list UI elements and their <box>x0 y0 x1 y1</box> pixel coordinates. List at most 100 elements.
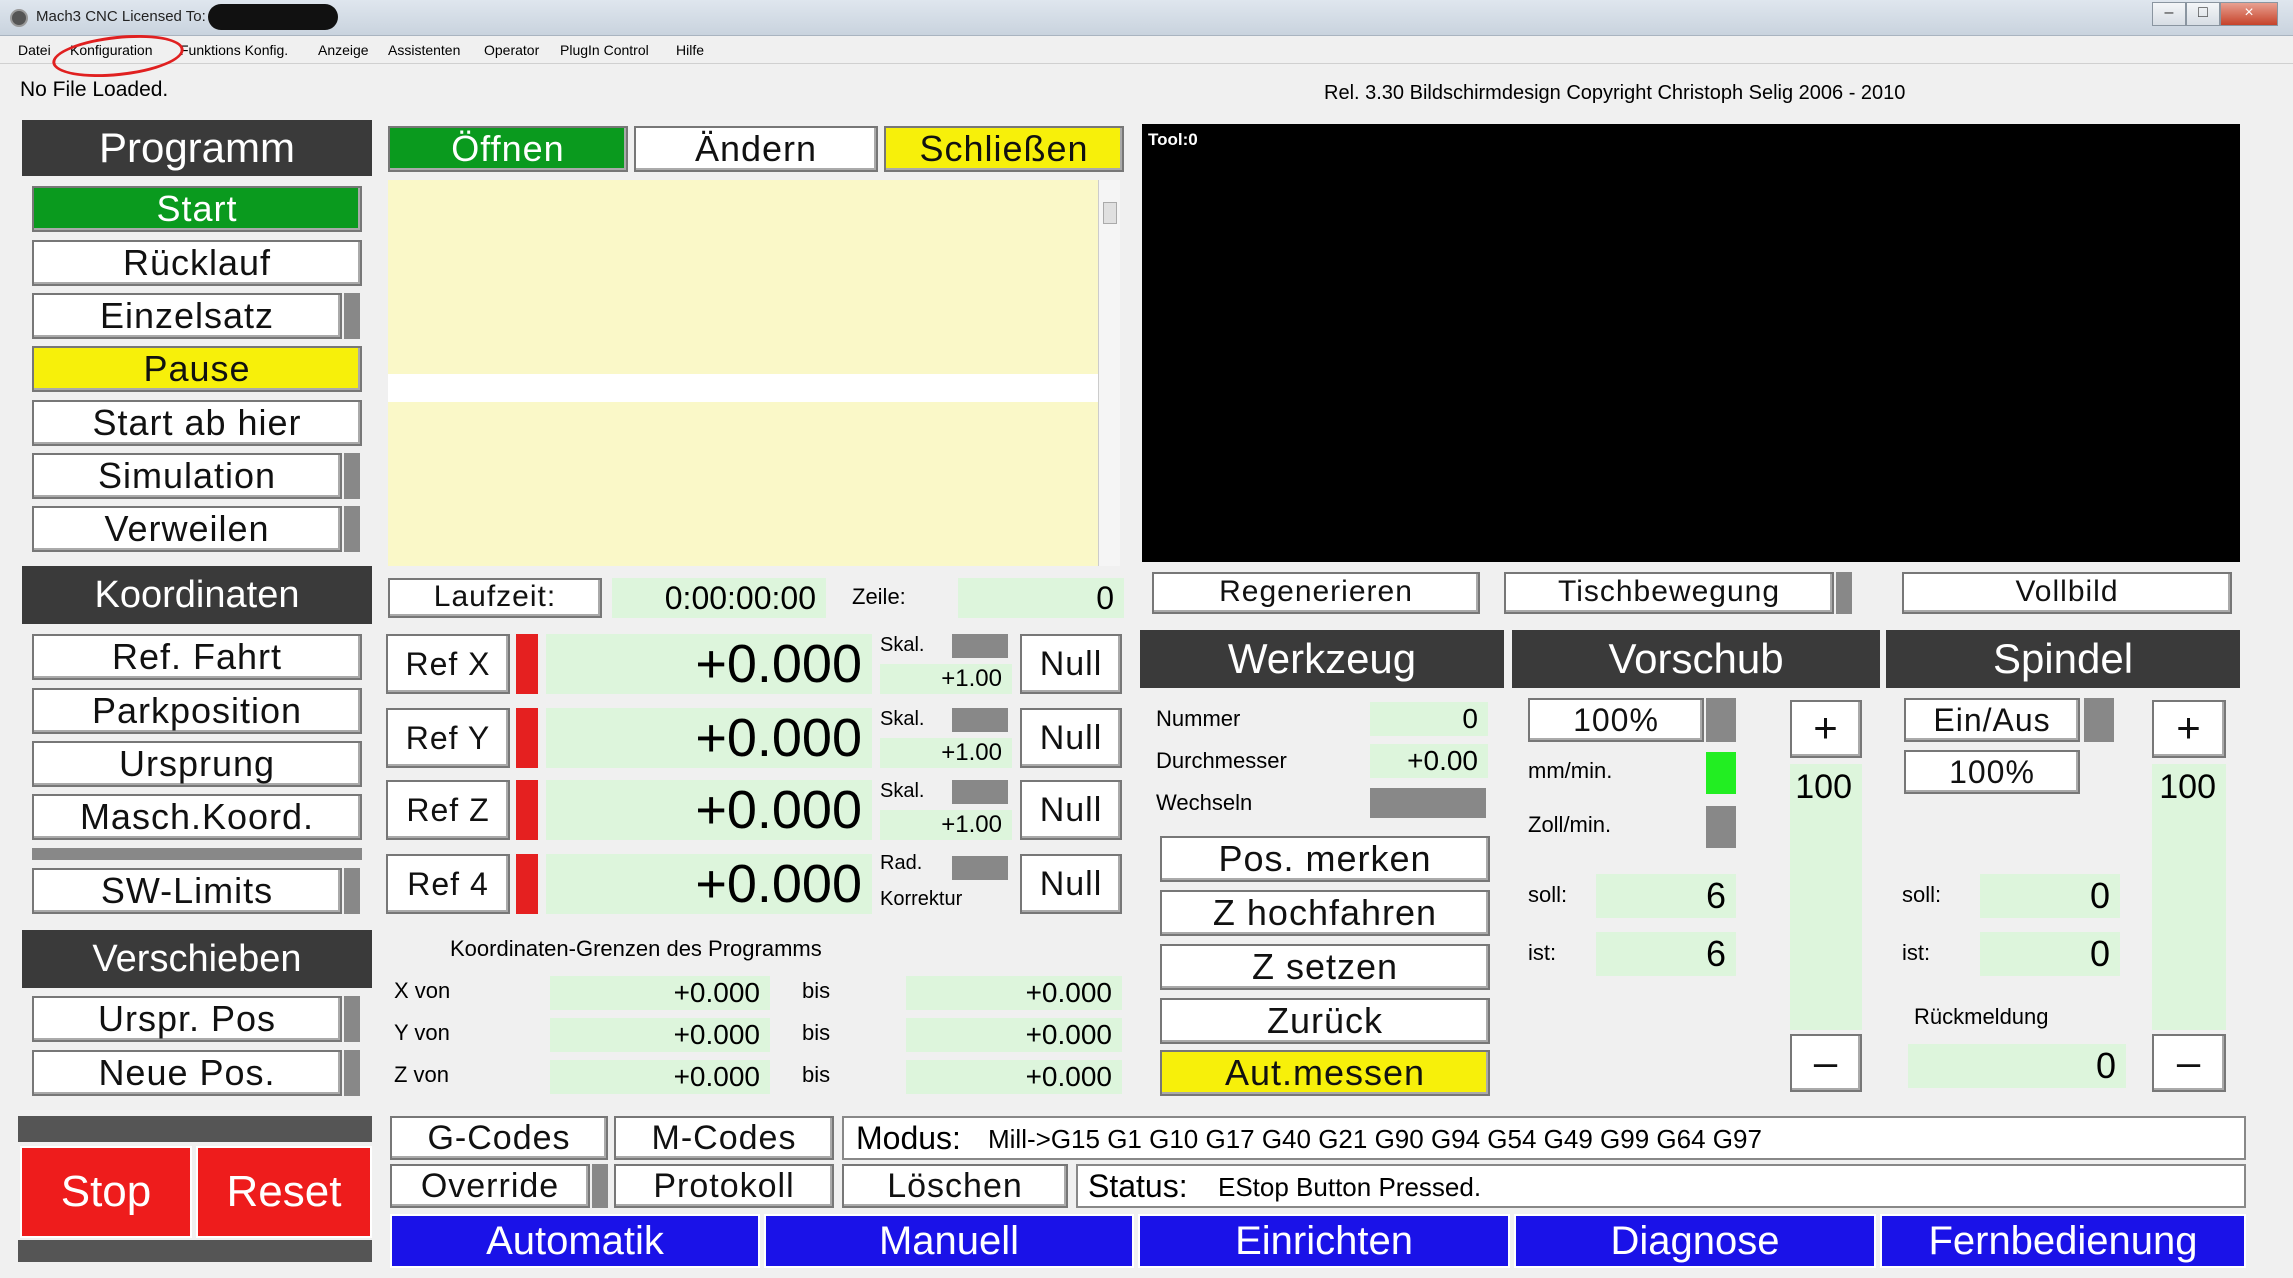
vollbild-button[interactable]: Vollbild <box>1902 572 2232 614</box>
masch-koord-button[interactable]: Masch.Koord. <box>32 794 362 840</box>
z-setzen-button[interactable]: Z setzen <box>1160 944 1490 990</box>
loeschen-button[interactable]: Löschen <box>842 1164 1068 1208</box>
skal-y-label: Skal. <box>880 708 925 730</box>
tischbewegung-button[interactable]: Tischbewegung <box>1504 572 1834 614</box>
ref-4-button[interactable]: Ref 4 <box>386 854 510 914</box>
ref-4-indicator <box>516 854 538 914</box>
vorschub-minus-button[interactable]: – <box>1790 1034 1862 1092</box>
koordinaten-header: Koordinaten <box>22 566 372 624</box>
vorschub-override-slider[interactable]: 100 <box>1790 764 1862 1030</box>
null-z-button[interactable]: Null <box>1020 780 1122 840</box>
sw-limits-button[interactable]: SW-Limits <box>32 868 342 914</box>
vorschub-ist-value: 6 <box>1596 932 1736 976</box>
z-von-value: +0.000 <box>550 1060 770 1094</box>
vorschub-percent-indicator <box>1706 698 1736 742</box>
spindel-override-slider[interactable]: 100 <box>2152 764 2226 1030</box>
menu-hilfe[interactable]: Hilfe <box>676 42 704 58</box>
schliessen-button[interactable]: Schließen <box>884 126 1124 172</box>
verweilen-button[interactable]: Verweilen <box>32 506 342 552</box>
skal-x-value[interactable]: +1.00 <box>880 664 1012 694</box>
axis-4-dro[interactable]: +0.000 <box>546 854 872 914</box>
tab-diagnose[interactable]: Diagnose <box>1514 1214 1876 1268</box>
vorschub-plus-button[interactable]: + <box>1790 700 1862 758</box>
protokoll-button[interactable]: Protokoll <box>614 1164 834 1208</box>
menu-assistenten[interactable]: Assistenten <box>388 42 460 58</box>
vorschub-ist-label: ist: <box>1528 940 1557 965</box>
ref-z-button[interactable]: Ref Z <box>386 780 510 840</box>
x-bis-value: +0.000 <box>906 976 1122 1010</box>
spindel-header: Spindel <box>1886 630 2240 688</box>
maximize-button[interactable]: □ <box>2186 2 2220 26</box>
spindel-soll-value[interactable]: 0 <box>1980 874 2120 918</box>
g-codes-button[interactable]: G-Codes <box>390 1116 608 1160</box>
neue-pos-button[interactable]: Neue Pos. <box>32 1050 342 1096</box>
z-hochfahren-button[interactable]: Z hochfahren <box>1160 890 1490 936</box>
y-axis-dro[interactable]: +0.000 <box>546 708 872 768</box>
spindel-ist-value: 0 <box>1980 932 2120 976</box>
oeffnen-button[interactable]: Öffnen <box>388 126 628 172</box>
menu-anzeige[interactable]: Anzeige <box>318 42 369 58</box>
ein-aus-button[interactable]: Ein/Aus <box>1904 698 2080 742</box>
minimize-button[interactable]: – <box>2152 2 2186 26</box>
gcode-listing[interactable] <box>388 180 1098 566</box>
null-y-button[interactable]: Null <box>1020 708 1122 768</box>
menu-funktions-konfig[interactable]: Funktions Konfig. <box>180 42 288 58</box>
gcode-scrollbar[interactable] <box>1098 180 1120 566</box>
vorschub-soll-value[interactable]: 6 <box>1596 874 1736 918</box>
spindel-plus-button[interactable]: + <box>2152 700 2226 758</box>
ruecklauf-button[interactable]: Rücklauf <box>32 240 362 286</box>
regenerieren-button[interactable]: Regenerieren <box>1152 572 1480 614</box>
programm-header: Programm <box>22 120 372 176</box>
m-codes-button[interactable]: M-Codes <box>614 1116 834 1160</box>
toolpath-display[interactable] <box>1142 124 2240 562</box>
aendern-button[interactable]: Ändern <box>634 126 878 172</box>
neue-pos-indicator <box>344 1050 360 1096</box>
spindel-percent-button[interactable]: 100% <box>1904 750 2080 794</box>
reset-button[interactable]: Reset <box>196 1146 372 1238</box>
x-von-label: X von <box>394 978 451 1003</box>
tab-automatik[interactable]: Automatik <box>390 1214 760 1268</box>
ref-fahrt-button[interactable]: Ref. Fahrt <box>32 634 362 680</box>
scrollbar-thumb[interactable] <box>1103 202 1117 224</box>
rad-indicator <box>952 856 1008 880</box>
tab-manuell[interactable]: Manuell <box>764 1214 1134 1268</box>
ref-x-button[interactable]: Ref X <box>386 634 510 694</box>
zurueck-button[interactable]: Zurück <box>1160 998 1490 1044</box>
menu-operator[interactable]: Operator <box>484 42 539 58</box>
spindel-minus-button[interactable]: – <box>2152 1034 2226 1092</box>
start-ab-hier-button[interactable]: Start ab hier <box>32 400 362 446</box>
nummer-value[interactable]: 0 <box>1370 702 1488 736</box>
x-axis-dro[interactable]: +0.000 <box>546 634 872 694</box>
spindel-ist-label: ist: <box>1902 940 1931 965</box>
stop-button[interactable]: Stop <box>20 1146 192 1238</box>
null-x-button[interactable]: Null <box>1020 634 1122 694</box>
menu-datei[interactable]: Datei <box>18 42 51 58</box>
close-button[interactable]: × <box>2220 2 2278 26</box>
skal-z-value[interactable]: +1.00 <box>880 810 1012 840</box>
z-axis-dro[interactable]: +0.000 <box>546 780 872 840</box>
menu-plugin-control[interactable]: PlugIn Control <box>560 42 649 58</box>
vorschub-header: Vorschub <box>1512 630 1880 688</box>
durchmesser-value[interactable]: +0.00 <box>1370 744 1488 778</box>
einzelsatz-button[interactable]: Einzelsatz <box>32 293 342 339</box>
start-button[interactable]: Start <box>32 186 362 232</box>
zoll-min-label: Zoll/min. <box>1528 812 1612 837</box>
ursprung-button[interactable]: Ursprung <box>32 741 362 787</box>
pos-merken-button[interactable]: Pos. merken <box>1160 836 1490 882</box>
verschieben-header: Verschieben <box>22 930 372 988</box>
simulation-button[interactable]: Simulation <box>32 453 342 499</box>
vorschub-percent-button[interactable]: 100% <box>1528 698 1704 742</box>
override-button[interactable]: Override <box>390 1164 590 1208</box>
pause-button[interactable]: Pause <box>32 346 362 392</box>
tab-einrichten[interactable]: Einrichten <box>1138 1214 1510 1268</box>
wechseln-indicator <box>1370 788 1486 818</box>
redacted-license-name <box>208 4 338 30</box>
skal-y-value[interactable]: +1.00 <box>880 738 1012 768</box>
aut-messen-button[interactable]: Aut.messen <box>1160 1050 1490 1096</box>
mach3-app-icon <box>10 9 28 27</box>
urspr-pos-button[interactable]: Urspr. Pos <box>32 996 342 1042</box>
ref-y-button[interactable]: Ref Y <box>386 708 510 768</box>
parkposition-button[interactable]: Parkposition <box>32 688 362 734</box>
null-4-button[interactable]: Null <box>1020 854 1122 914</box>
tab-fernbedienung[interactable]: Fernbedienung <box>1880 1214 2246 1268</box>
